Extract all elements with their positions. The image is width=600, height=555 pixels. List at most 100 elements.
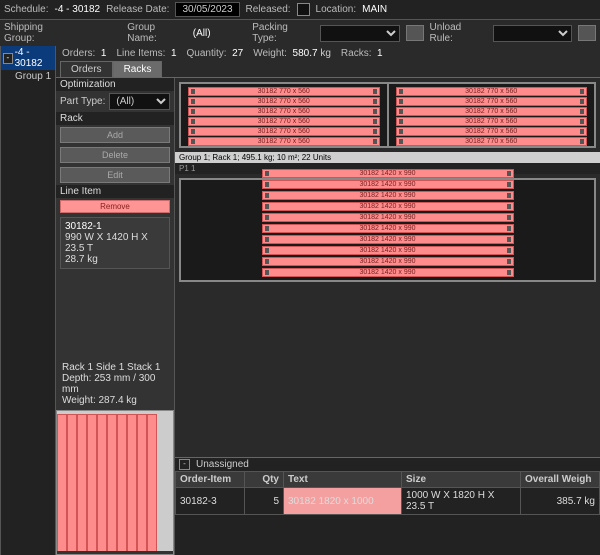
- tree-panel: - -4 - 30182 Group 1: [0, 46, 56, 555]
- rack-bar[interactable]: 30182 770 x 560: [188, 117, 380, 126]
- orders-value: 1: [101, 48, 107, 59]
- rack-bar[interactable]: 30182 1420 x 990: [262, 235, 514, 244]
- part-type-label: Part Type:: [60, 96, 105, 107]
- cell-text: 30182 1820 x 1000: [284, 488, 402, 515]
- group-name-label: Group Name:: [127, 22, 186, 44]
- tree-root-node[interactable]: - -4 - 30182: [1, 46, 55, 70]
- weight-unit: kg: [320, 48, 331, 59]
- rack-bar[interactable]: 30182 1420 x 990: [262, 180, 514, 189]
- rackside-weight: Weight: 287.4 kg: [62, 395, 168, 406]
- weight-label: Weight:: [253, 48, 287, 59]
- rack-bar[interactable]: 30182 770 x 560: [188, 127, 380, 136]
- released-label: Released:: [246, 4, 291, 15]
- rack-bar[interactable]: 30182 1420 x 990: [262, 224, 514, 233]
- rackside-title: Rack 1 Side 1 Stack 1: [62, 362, 168, 373]
- rack-bar[interactable]: 30182 770 x 560: [188, 107, 380, 116]
- col-text[interactable]: Text: [284, 472, 402, 488]
- unload-rule-action-button[interactable]: [578, 25, 596, 41]
- rack-bar[interactable]: 30182 770 x 560: [188, 97, 380, 106]
- stack-bar[interactable]: [137, 414, 147, 554]
- quantity-value: 27: [232, 48, 243, 59]
- rack-status-bar: Group 1; Rack 1; 495.1 kg; 10 m²; 22 Uni…: [175, 152, 600, 163]
- rack-bar[interactable]: 30182 1420 x 990: [262, 191, 514, 200]
- racks-label: Racks:: [341, 48, 372, 59]
- schedule-value: -4 - 30182: [54, 4, 100, 15]
- table-row[interactable]: 30182-3530182 1820 x 10001000 W X 1820 H…: [176, 488, 600, 515]
- stack-bar[interactable]: [87, 414, 97, 554]
- cell-weight: 385.7 kg: [521, 488, 600, 515]
- rack-add-button[interactable]: Add: [60, 127, 170, 143]
- cell-qty: 5: [245, 488, 284, 515]
- left-column: Optimization Part Type: (All) Rack Add D…: [56, 78, 175, 555]
- rack-bar[interactable]: 30182 1420 x 990: [262, 268, 514, 277]
- lineitems-label: Line Items:: [116, 48, 165, 59]
- rackside-depth: Depth: 253 mm / 300 mm: [62, 373, 168, 395]
- summary-row: Orders: 1 Line Items: 1 Quantity: 27 Wei…: [56, 46, 600, 61]
- rack-view: 30182 770 x 56030182 770 x 56030182 770 …: [175, 78, 600, 555]
- stack-bar[interactable]: [107, 414, 117, 554]
- unassigned-collapse-icon[interactable]: -: [179, 459, 190, 470]
- col-order[interactable]: Order-Item: [176, 472, 245, 488]
- stack-bar[interactable]: [127, 414, 137, 554]
- part-type-select[interactable]: (All): [109, 93, 170, 110]
- packing-type-action-button[interactable]: [406, 25, 424, 41]
- rack-bar[interactable]: 30182 770 x 560: [396, 117, 588, 126]
- shipping-group-label: Shipping Group:: [4, 22, 76, 44]
- lineitem-box[interactable]: 30182-1 990 W X 1420 H X 23.5 T 28.7 kg: [60, 217, 170, 269]
- rack-bottom-slot[interactable]: 30182 1420 x 990 30182 1420 x 990 30182 14…: [179, 178, 596, 282]
- rack-side-info: Rack 1 Side 1 Stack 1 Depth: 253 mm / 30…: [56, 358, 174, 410]
- cell-order: 30182-3: [176, 488, 245, 515]
- rack-bar[interactable]: 30182 770 x 560: [188, 137, 380, 146]
- collapse-icon[interactable]: -: [3, 53, 13, 64]
- packing-type-label: Packing Type:: [252, 22, 314, 44]
- quantity-label: Quantity:: [187, 48, 227, 59]
- unload-rule-label: Unload Rule:: [430, 22, 487, 44]
- rack-bar[interactable]: 30182 1420 x 990: [262, 246, 514, 255]
- unload-rule-select[interactable]: [493, 25, 572, 42]
- stack-bar[interactable]: [97, 414, 107, 554]
- unassigned-title: Unassigned: [196, 459, 249, 470]
- optimization-head: Optimization: [56, 78, 174, 91]
- rack-bar[interactable]: 30182 770 x 560: [396, 107, 588, 116]
- racks-value: 1: [377, 48, 383, 59]
- release-date-label: Release Date:: [106, 4, 169, 15]
- tree-root-label: -4 - 30182: [15, 47, 53, 69]
- group-name-value: (All): [193, 28, 211, 39]
- location-label: Location:: [316, 4, 357, 15]
- rack-bar[interactable]: 30182 1420 x 990: [262, 213, 514, 222]
- col-weight[interactable]: Overall Weigh: [521, 472, 600, 488]
- rack-bar[interactable]: 30182 1420 x 990: [262, 257, 514, 266]
- shipping-row: Shipping Group: Group Name: (All) Packin…: [0, 20, 600, 46]
- rack-bar[interactable]: 30182 770 x 560: [396, 87, 588, 96]
- tab-orders[interactable]: Orders: [60, 61, 113, 77]
- stack-bar[interactable]: [77, 414, 87, 554]
- stack-bar[interactable]: [57, 414, 67, 554]
- col-qty[interactable]: Qty: [245, 472, 284, 488]
- rack-delete-button[interactable]: Delete: [60, 147, 170, 163]
- lineitem-weight: 28.7 kg: [65, 254, 165, 265]
- tab-racks[interactable]: Racks: [113, 61, 163, 77]
- stack-bar[interactable]: [117, 414, 127, 554]
- rack-top-slot[interactable]: 30182 770 x 56030182 770 x 56030182 770 …: [179, 82, 596, 148]
- rack-bar[interactable]: 30182 770 x 560: [396, 137, 588, 146]
- rack-edit-button[interactable]: Edit: [60, 167, 170, 183]
- rack-bar[interactable]: 30182 1420 x 990: [262, 169, 514, 178]
- lineitem-remove-button[interactable]: Remove: [60, 200, 170, 213]
- stack-bar[interactable]: [147, 414, 157, 554]
- stack-bar[interactable]: [67, 414, 77, 554]
- rack-bar[interactable]: 30182 1420 x 990: [262, 202, 514, 211]
- unassigned-table: Order-Item Qty Text Size Overall Weigh 3…: [175, 471, 600, 515]
- released-checkbox[interactable]: [297, 3, 310, 16]
- rack-bar[interactable]: 30182 770 x 560: [396, 127, 588, 136]
- packing-type-select[interactable]: [320, 25, 399, 42]
- schedule-label: Schedule:: [4, 4, 48, 15]
- stack-visual[interactable]: [56, 410, 174, 555]
- weight-value: 580.7: [293, 48, 318, 59]
- rack-head: Rack: [56, 112, 174, 125]
- rack-bar[interactable]: 30182 770 x 560: [396, 97, 588, 106]
- col-size[interactable]: Size: [402, 472, 521, 488]
- location-value: MAIN: [362, 4, 387, 15]
- release-date-field[interactable]: 30/05/2023: [175, 2, 239, 17]
- rack-bar[interactable]: 30182 770 x 560: [188, 87, 380, 96]
- tree-child-node[interactable]: Group 1: [1, 70, 55, 83]
